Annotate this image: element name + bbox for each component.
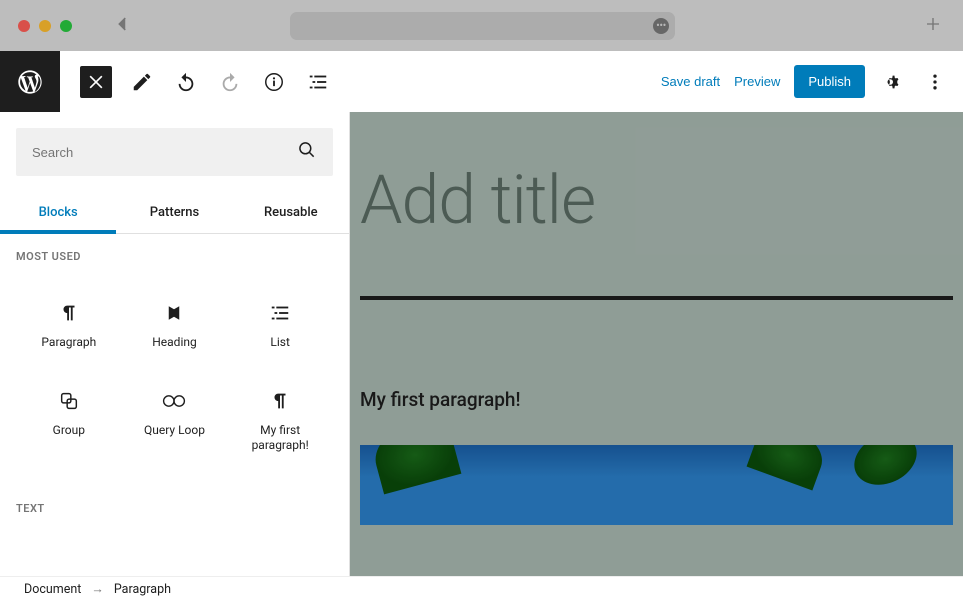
close-window-button[interactable] bbox=[18, 20, 30, 32]
more-options-button[interactable] bbox=[921, 68, 949, 96]
undo-button[interactable] bbox=[172, 68, 200, 96]
inserter-tabs: Blocks Patterns Reusable bbox=[0, 192, 349, 234]
paragraph-block[interactable]: My first paragraph! bbox=[360, 388, 953, 411]
browser-back-button[interactable] bbox=[114, 15, 132, 37]
publish-button[interactable]: Publish bbox=[794, 65, 865, 98]
block-label: Group bbox=[53, 423, 85, 439]
window-controls bbox=[18, 20, 72, 32]
search-input[interactable] bbox=[32, 145, 297, 160]
post-title-input[interactable]: Add title bbox=[360, 160, 953, 240]
paragraph-icon bbox=[269, 387, 291, 415]
block-label: Heading bbox=[152, 335, 197, 351]
info-button[interactable] bbox=[260, 68, 288, 96]
edit-tool-button[interactable] bbox=[128, 68, 156, 96]
new-tab-button[interactable] bbox=[925, 16, 941, 36]
preview-button[interactable]: Preview bbox=[734, 74, 780, 89]
maximize-window-button[interactable] bbox=[60, 20, 72, 32]
site-menu-icon[interactable]: ••• bbox=[653, 18, 669, 34]
block-heading[interactable]: Heading bbox=[122, 281, 228, 369]
palm-tree-decoration bbox=[375, 445, 465, 515]
palm-tree-decoration bbox=[853, 445, 943, 525]
block-inserter-panel: Blocks Patterns Reusable MOST USED Parag… bbox=[0, 112, 350, 576]
block-breadcrumb: Document → Paragraph bbox=[0, 576, 963, 601]
editor-toolbar: Save draft Preview Publish bbox=[0, 51, 963, 112]
block-list[interactable]: List bbox=[227, 281, 333, 369]
browser-chrome: ••• bbox=[0, 0, 963, 51]
minimize-window-button[interactable] bbox=[39, 20, 51, 32]
block-group[interactable]: Group bbox=[16, 369, 122, 472]
block-inserter-toggle[interactable] bbox=[80, 66, 112, 98]
group-icon bbox=[58, 387, 80, 415]
heading-icon bbox=[165, 299, 183, 327]
block-paragraph[interactable]: Paragraph bbox=[16, 281, 122, 369]
paragraph-icon bbox=[58, 299, 80, 327]
list-icon bbox=[269, 299, 291, 327]
breadcrumb-paragraph[interactable]: Paragraph bbox=[114, 582, 171, 597]
image-block[interactable] bbox=[360, 445, 953, 525]
query-loop-icon bbox=[161, 387, 187, 415]
address-bar[interactable]: ••• bbox=[290, 12, 675, 40]
tab-patterns[interactable]: Patterns bbox=[116, 192, 232, 233]
block-label: Query Loop bbox=[144, 423, 205, 439]
search-box[interactable] bbox=[16, 128, 333, 176]
block-label: List bbox=[270, 335, 290, 351]
chevron-right-icon: → bbox=[91, 582, 104, 597]
block-my-first-paragraph[interactable]: My first paragraph! bbox=[227, 369, 333, 472]
breadcrumb-document[interactable]: Document bbox=[24, 582, 81, 597]
save-draft-button[interactable]: Save draft bbox=[661, 74, 720, 89]
wordpress-logo[interactable] bbox=[0, 51, 60, 112]
tab-blocks[interactable]: Blocks bbox=[0, 192, 116, 233]
palm-tree-decoration bbox=[753, 445, 843, 520]
outline-button[interactable] bbox=[304, 68, 332, 96]
search-icon bbox=[297, 140, 317, 164]
block-query-loop[interactable]: Query Loop bbox=[122, 369, 228, 472]
text-section-heading: TEXT bbox=[16, 502, 333, 515]
settings-button[interactable] bbox=[879, 68, 907, 96]
editor-canvas[interactable]: Add title My first paragraph! bbox=[350, 112, 963, 576]
most-used-heading: MOST USED bbox=[16, 250, 333, 263]
tab-reusable[interactable]: Reusable bbox=[233, 192, 349, 233]
redo-button[interactable] bbox=[216, 68, 244, 96]
block-label: Paragraph bbox=[41, 335, 96, 351]
title-underline bbox=[360, 296, 953, 300]
block-label: My first paragraph! bbox=[231, 423, 329, 454]
